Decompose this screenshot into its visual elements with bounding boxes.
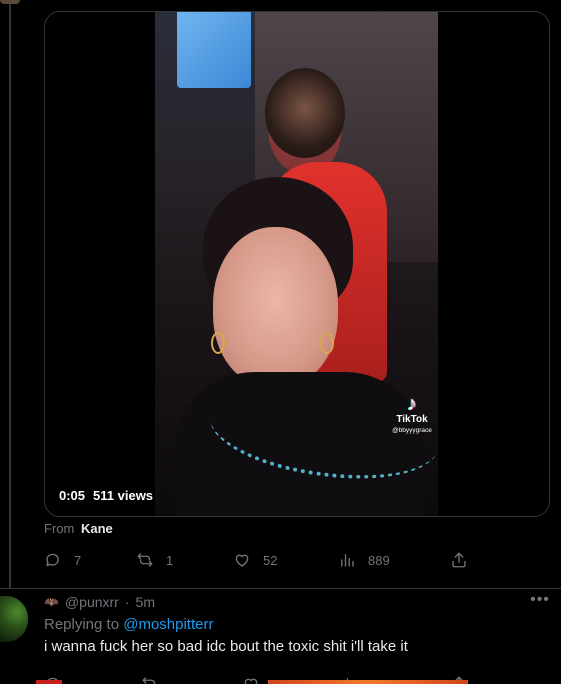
- attribution-name[interactable]: Kane: [81, 521, 113, 536]
- video-frame[interactable]: ♪ TikTok @bbyyygrace: [155, 12, 438, 516]
- reply-header: 🦇 @punxrr · 5m: [44, 593, 155, 611]
- analytics-icon: [341, 554, 354, 567]
- reply-handle[interactable]: @punxrr: [65, 594, 119, 610]
- reply-like-button[interactable]: [242, 672, 260, 684]
- reply-button[interactable]: 7: [44, 548, 81, 572]
- reply-divider: [0, 588, 561, 589]
- reply-icon: [46, 553, 59, 567]
- retweet-icon: [137, 553, 153, 567]
- foreground-person-face: [213, 227, 338, 387]
- video-view-count: 511 views: [93, 487, 154, 503]
- retweet-button[interactable]: 1: [136, 548, 173, 572]
- heart-icon: [244, 678, 258, 684]
- tiktok-brand: TikTok: [396, 414, 428, 425]
- parent-avatar-fragment: [0, 0, 20, 4]
- next-media-fragment: [268, 680, 468, 684]
- video-timestamp: 0:05: [59, 487, 86, 503]
- retweet-count: 1: [166, 552, 174, 568]
- bat-emoji-icon: 🦇: [44, 595, 59, 609]
- share-button[interactable]: [450, 548, 468, 572]
- like-count: 52: [263, 552, 278, 568]
- reply-count: 7: [74, 552, 82, 568]
- tweet-action-bar: 7 1 52 889: [44, 548, 474, 572]
- tiktok-logo-icon: ♪: [407, 393, 417, 415]
- reply-separator: ·: [124, 594, 130, 610]
- replying-to-prefix: Replying to: [44, 616, 120, 633]
- tiktok-watermark: ♪ TikTok @bbyyygrace: [387, 394, 437, 435]
- retweet-icon: [142, 677, 156, 684]
- background-person-head: [265, 68, 345, 158]
- reply-time[interactable]: 5m: [136, 594, 155, 610]
- reply-avatar[interactable]: [0, 596, 28, 642]
- replying-to-mention[interactable]: @moshpitterr: [123, 616, 213, 633]
- reply-retweet-button[interactable]: [141, 672, 159, 684]
- heart-icon: [235, 554, 249, 567]
- like-button[interactable]: 52: [233, 548, 277, 572]
- share-icon: [452, 552, 466, 568]
- video-player[interactable]: ♪ TikTok @bbyyygrace 0:05 511 views: [44, 11, 550, 517]
- replying-to-line: Replying to @moshpitterr: [44, 616, 213, 633]
- attribution-prefix: From: [44, 521, 75, 536]
- earring-left: [211, 332, 225, 354]
- views-count: 889: [368, 552, 390, 568]
- background-screen: [177, 12, 251, 88]
- more-icon[interactable]: •••: [530, 592, 550, 611]
- next-avatar-fragment: [36, 680, 62, 684]
- reply-body-text: i wanna fuck her so bad idc bout the tox…: [44, 638, 408, 655]
- thread-connector-line: [9, 0, 11, 588]
- video-meta: 0:05 511 views: [59, 486, 153, 504]
- video-attribution: From Kane: [44, 521, 113, 536]
- tiktok-handle: @bbyyygrace: [392, 427, 432, 434]
- earring-right: [320, 332, 334, 354]
- views-button[interactable]: 889: [338, 548, 390, 572]
